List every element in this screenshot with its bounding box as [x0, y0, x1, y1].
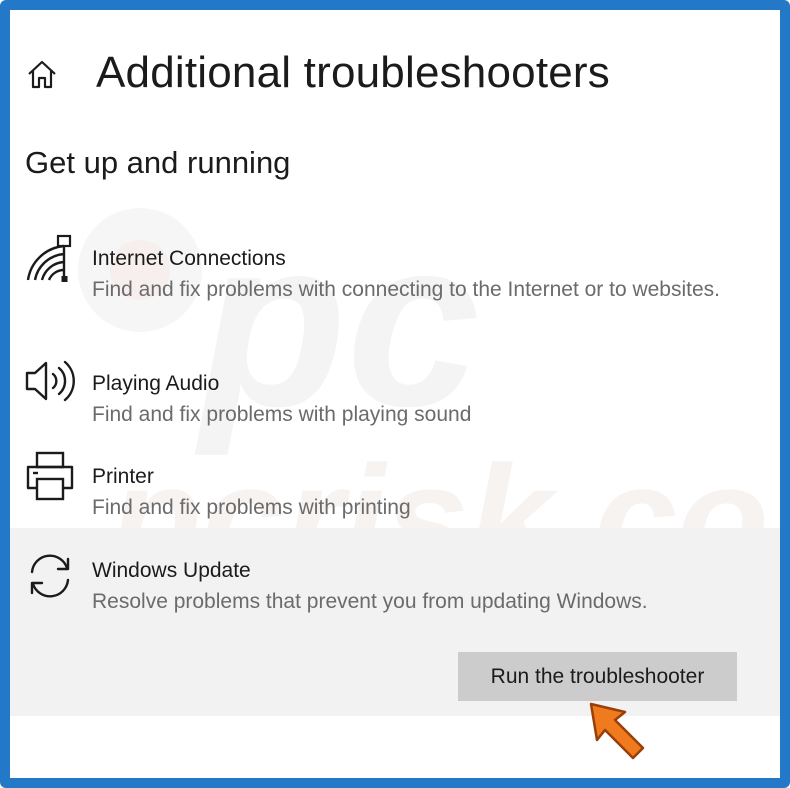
speaker-icon — [25, 360, 75, 402]
network-icon — [26, 234, 72, 282]
troubleshooter-name: Playing Audio — [92, 372, 220, 395]
troubleshooter-description: Resolve problems that prevent you from u… — [92, 590, 648, 613]
orange-arrow-icon — [589, 702, 645, 760]
troubleshooter-name: Internet Connections — [92, 247, 286, 270]
settings-window: pc pcrisk.com Additional troubleshooters… — [0, 0, 790, 788]
home-icon[interactable] — [26, 59, 58, 91]
troubleshooter-printer[interactable]: Printer Find and fix problems with print… — [10, 448, 780, 528]
printer-icon — [26, 451, 74, 501]
page-header: Additional troubleshooters — [10, 40, 780, 110]
sync-icon — [30, 554, 70, 598]
troubleshooter-name: Windows Update — [92, 559, 251, 582]
troubleshooter-description: Find and fix problems with printing — [92, 496, 411, 519]
troubleshooter-name: Printer — [92, 465, 154, 488]
page-title: Additional troubleshooters — [96, 48, 610, 97]
troubleshooter-playing-audio[interactable]: Playing Audio Find and fix problems with… — [10, 355, 780, 430]
troubleshooter-description: Find and fix problems with connecting to… — [92, 278, 721, 301]
run-troubleshooter-button[interactable]: Run the troubleshooter — [458, 652, 737, 701]
troubleshooter-internet-connections[interactable]: Internet Connections Find and fix proble… — [10, 230, 780, 330]
section-heading: Get up and running — [25, 145, 291, 180]
troubleshooter-description: Find and fix problems with playing sound — [92, 403, 472, 426]
